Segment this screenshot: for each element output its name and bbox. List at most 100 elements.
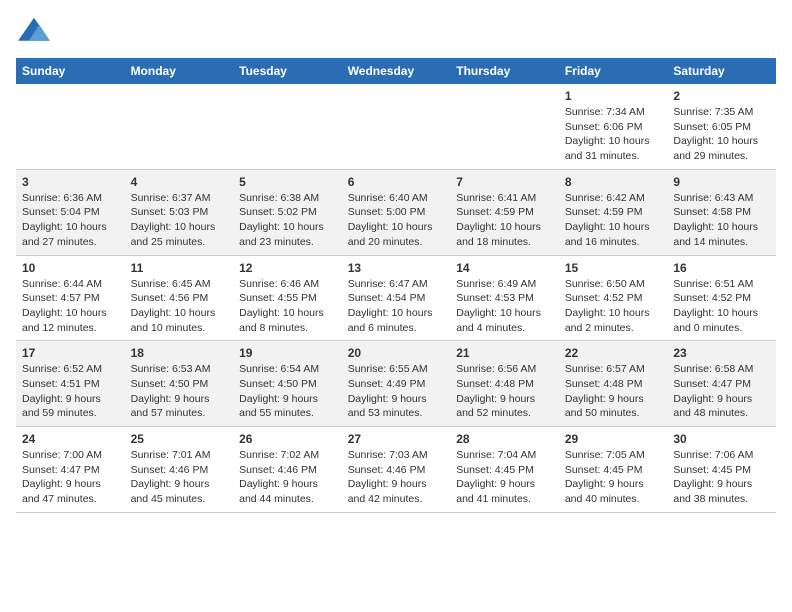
calendar-day-cell: 26Sunrise: 7:02 AM Sunset: 4:46 PM Dayli… (233, 427, 342, 513)
calendar-table: SundayMondayTuesdayWednesdayThursdayFrid… (16, 58, 776, 513)
day-number: 24 (22, 432, 119, 446)
calendar-day-cell: 30 Sunrise: 7:06 AM Sunset: 4:45 PM Dayli… (667, 427, 776, 513)
calendar-day-header: Thursday (450, 58, 559, 84)
calendar-week-row: 1 Sunrise: 7:34 AM Sunset: 6:06 PM Daylig… (16, 84, 776, 169)
calendar-day-cell: 12Sunrise: 6:46 AM Sunset: 4:55 PM Dayli… (233, 255, 342, 341)
day-number: 4 (131, 175, 228, 189)
day-info: Sunrise: 6:43 AM Sunset: 4:58 PM Dayligh… (673, 191, 770, 250)
calendar-day-header: Saturday (667, 58, 776, 84)
day-info: Sunrise: 6:42 AM Sunset: 4:59 PM Dayligh… (565, 191, 662, 250)
calendar-day-cell: 19 Sunrise: 6:54 AM Sunset: 4:50 PM Dayli… (233, 341, 342, 427)
calendar-day-cell: 21 Sunrise: 6:56 AM Sunset: 4:48 PM Dayli… (450, 341, 559, 427)
day-info: Sunrise: 7:02 AM Sunset: 4:46 PM Dayligh… (239, 448, 336, 507)
day-info: Sunrise: 6:36 AM Sunset: 5:04 PM Dayligh… (22, 191, 119, 250)
day-number: 2 (673, 89, 770, 103)
day-number: 10 (22, 261, 119, 275)
day-number: 18 (131, 346, 228, 360)
day-number: 13 (348, 261, 445, 275)
day-info: Sunrise: 6:51 AM Sunset: 4:52 PM Dayligh… (673, 277, 770, 336)
calendar-day-cell: 25 Sunrise: 7:01 AM Sunset: 4:46 PM Dayli… (125, 427, 234, 513)
day-number: 14 (456, 261, 553, 275)
day-number: 16 (673, 261, 770, 275)
day-info: Sunrise: 6:55 AM Sunset: 4:49 PM Dayligh… (348, 362, 445, 421)
day-number: 23 (673, 346, 770, 360)
day-info: Sunrise: 6:53 AM Sunset: 4:50 PM Dayligh… (131, 362, 228, 421)
day-number: 9 (673, 175, 770, 189)
calendar-day-cell: 3 Sunrise: 6:36 AM Sunset: 5:04 PM Daylig… (16, 169, 125, 255)
day-info: Sunrise: 7:03 AM Sunset: 4:46 PM Dayligh… (348, 448, 445, 507)
calendar-day-cell: 13 Sunrise: 6:47 AM Sunset: 4:54 PM Dayli… (342, 255, 451, 341)
calendar-week-row: 10 Sunrise: 6:44 AM Sunset: 4:57 PM Dayli… (16, 255, 776, 341)
calendar-day-cell: 7 Sunrise: 6:41 AM Sunset: 4:59 PM Daylig… (450, 169, 559, 255)
calendar-day-cell: 9 Sunrise: 6:43 AM Sunset: 4:58 PM Daylig… (667, 169, 776, 255)
calendar-day-cell: 8 Sunrise: 6:42 AM Sunset: 4:59 PM Daylig… (559, 169, 668, 255)
day-info: Sunrise: 6:58 AM Sunset: 4:47 PM Dayligh… (673, 362, 770, 421)
calendar-day-cell (342, 84, 451, 169)
logo (16, 16, 56, 46)
day-number: 8 (565, 175, 662, 189)
day-info: Sunrise: 7:00 AM Sunset: 4:47 PM Dayligh… (22, 448, 119, 507)
calendar-day-cell: 6 Sunrise: 6:40 AM Sunset: 5:00 PM Daylig… (342, 169, 451, 255)
calendar-day-header: Friday (559, 58, 668, 84)
day-info: Sunrise: 6:44 AM Sunset: 4:57 PM Dayligh… (22, 277, 119, 336)
day-info: Sunrise: 6:47 AM Sunset: 4:54 PM Dayligh… (348, 277, 445, 336)
day-info: Sunrise: 6:40 AM Sunset: 5:00 PM Dayligh… (348, 191, 445, 250)
day-info: Sunrise: 6:56 AM Sunset: 4:48 PM Dayligh… (456, 362, 553, 421)
calendar-week-row: 3 Sunrise: 6:36 AM Sunset: 5:04 PM Daylig… (16, 169, 776, 255)
calendar-day-cell: 4Sunrise: 6:37 AM Sunset: 5:03 PM Daylig… (125, 169, 234, 255)
day-info: Sunrise: 7:04 AM Sunset: 4:45 PM Dayligh… (456, 448, 553, 507)
day-info: Sunrise: 7:34 AM Sunset: 6:06 PM Dayligh… (565, 105, 662, 164)
day-number: 20 (348, 346, 445, 360)
day-number: 30 (673, 432, 770, 446)
calendar-day-cell: 17 Sunrise: 6:52 AM Sunset: 4:51 PM Dayli… (16, 341, 125, 427)
calendar-week-row: 24 Sunrise: 7:00 AM Sunset: 4:47 PM Dayli… (16, 427, 776, 513)
day-info: Sunrise: 6:52 AM Sunset: 4:51 PM Dayligh… (22, 362, 119, 421)
calendar-day-cell: 16 Sunrise: 6:51 AM Sunset: 4:52 PM Dayli… (667, 255, 776, 341)
day-info: Sunrise: 6:57 AM Sunset: 4:48 PM Dayligh… (565, 362, 662, 421)
calendar-header-row: SundayMondayTuesdayWednesdayThursdayFrid… (16, 58, 776, 84)
calendar-day-cell: 2 Sunrise: 7:35 AM Sunset: 6:05 PM Daylig… (667, 84, 776, 169)
calendar-day-cell: 24 Sunrise: 7:00 AM Sunset: 4:47 PM Dayli… (16, 427, 125, 513)
calendar-day-cell: 18 Sunrise: 6:53 AM Sunset: 4:50 PM Dayli… (125, 341, 234, 427)
day-number: 17 (22, 346, 119, 360)
day-number: 1 (565, 89, 662, 103)
calendar-day-header: Monday (125, 58, 234, 84)
day-number: 3 (22, 175, 119, 189)
day-number: 5 (239, 175, 336, 189)
day-number: 21 (456, 346, 553, 360)
day-info: Sunrise: 6:45 AM Sunset: 4:56 PM Dayligh… (131, 277, 228, 336)
calendar-day-cell (125, 84, 234, 169)
calendar-day-header: Sunday (16, 58, 125, 84)
day-number: 27 (348, 432, 445, 446)
calendar-day-cell: 14 Sunrise: 6:49 AM Sunset: 4:53 PM Dayli… (450, 255, 559, 341)
day-number: 15 (565, 261, 662, 275)
day-number: 7 (456, 175, 553, 189)
calendar-day-cell (450, 84, 559, 169)
day-info: Sunrise: 7:35 AM Sunset: 6:05 PM Dayligh… (673, 105, 770, 164)
day-number: 6 (348, 175, 445, 189)
calendar-day-header: Wednesday (342, 58, 451, 84)
day-number: 11 (131, 261, 228, 275)
day-info: Sunrise: 6:54 AM Sunset: 4:50 PM Dayligh… (239, 362, 336, 421)
day-info: Sunrise: 6:41 AM Sunset: 4:59 PM Dayligh… (456, 191, 553, 250)
day-number: 25 (131, 432, 228, 446)
calendar-day-header: Tuesday (233, 58, 342, 84)
day-info: Sunrise: 6:38 AM Sunset: 5:02 PM Dayligh… (239, 191, 336, 250)
calendar-day-cell: 10 Sunrise: 6:44 AM Sunset: 4:57 PM Dayli… (16, 255, 125, 341)
calendar-day-cell: 5 Sunrise: 6:38 AM Sunset: 5:02 PM Daylig… (233, 169, 342, 255)
calendar-day-cell: 11 Sunrise: 6:45 AM Sunset: 4:56 PM Dayli… (125, 255, 234, 341)
calendar-day-cell: 20 Sunrise: 6:55 AM Sunset: 4:49 PM Dayli… (342, 341, 451, 427)
day-info: Sunrise: 7:01 AM Sunset: 4:46 PM Dayligh… (131, 448, 228, 507)
day-number: 28 (456, 432, 553, 446)
calendar-day-cell (16, 84, 125, 169)
calendar-day-cell: 23 Sunrise: 6:58 AM Sunset: 4:47 PM Dayli… (667, 341, 776, 427)
calendar-day-cell: 1 Sunrise: 7:34 AM Sunset: 6:06 PM Daylig… (559, 84, 668, 169)
logo-icon (16, 16, 52, 46)
calendar-day-cell: 27 Sunrise: 7:03 AM Sunset: 4:46 PM Dayli… (342, 427, 451, 513)
day-info: Sunrise: 6:46 AM Sunset: 4:55 PM Dayligh… (239, 277, 336, 336)
day-number: 19 (239, 346, 336, 360)
calendar-day-cell (233, 84, 342, 169)
day-info: Sunrise: 6:49 AM Sunset: 4:53 PM Dayligh… (456, 277, 553, 336)
day-info: Sunrise: 7:06 AM Sunset: 4:45 PM Dayligh… (673, 448, 770, 507)
day-number: 22 (565, 346, 662, 360)
